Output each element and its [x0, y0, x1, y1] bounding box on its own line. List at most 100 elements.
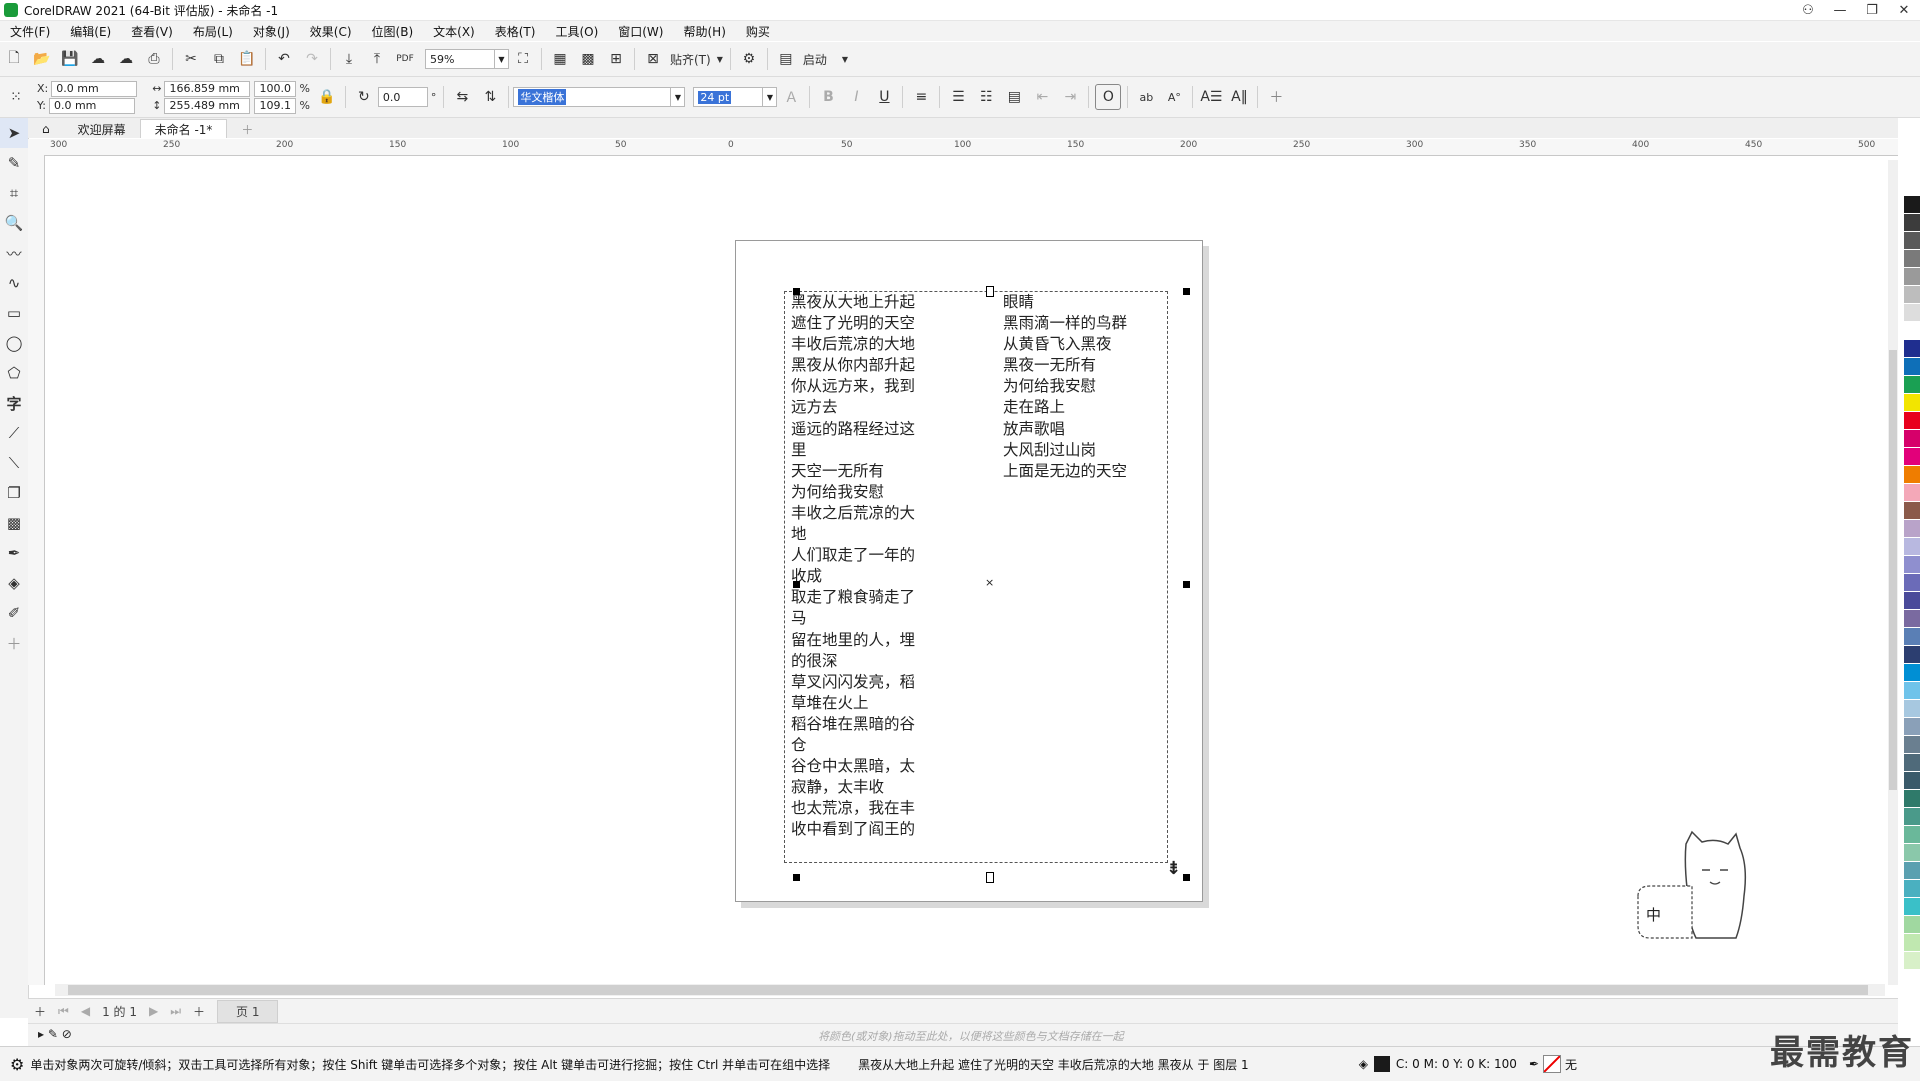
font-size-auto-icon[interactable]: Ａ: [779, 85, 803, 109]
menu-layout[interactable]: 布局(L): [183, 23, 243, 40]
object-origin-icon[interactable]: ⁙: [4, 85, 28, 109]
chevron-down-icon[interactable]: ▼: [763, 87, 778, 107]
redo-icon[interactable]: ↷: [300, 47, 324, 71]
outline-none-swatch[interactable]: [1543, 1055, 1562, 1073]
increase-indent-icon[interactable]: ⇥: [1058, 85, 1082, 109]
eyedropper-icon[interactable]: ✒: [0, 538, 28, 568]
color-swatch[interactable]: [1904, 286, 1920, 304]
cloud-download-icon[interactable]: ☁: [86, 47, 110, 71]
scale-height-field[interactable]: 109.1: [254, 97, 297, 114]
first-page-icon[interactable]: ⏮: [58, 1004, 69, 1019]
selection-handle[interactable]: [1183, 581, 1190, 588]
menu-view[interactable]: 查看(V): [121, 23, 183, 40]
new-document-icon[interactable]: 🗋: [2, 47, 26, 71]
color-swatch[interactable]: [1904, 376, 1920, 394]
add-icon[interactable]: ＋: [1264, 85, 1288, 109]
text-properties-icon[interactable]: A☰: [1199, 85, 1223, 109]
snap-off-icon[interactable]: ⊠: [641, 47, 665, 71]
color-swatch[interactable]: [1904, 646, 1920, 664]
color-swatch[interactable]: [1904, 952, 1920, 970]
add-page-after-icon[interactable]: ＋: [193, 1003, 205, 1020]
undo-icon[interactable]: ↶: [272, 47, 296, 71]
selection-handle[interactable]: [1183, 874, 1190, 881]
column-handle[interactable]: [986, 872, 994, 883]
maximize-button[interactable]: ❐: [1856, 0, 1888, 20]
height-field[interactable]: 255.489 mm: [164, 97, 251, 114]
font-size-field[interactable]: 24 pt: [693, 87, 764, 107]
import-icon[interactable]: ⤓: [337, 47, 361, 71]
copy-icon[interactable]: ⧉: [207, 47, 231, 71]
selection-handle[interactable]: [793, 874, 800, 881]
color-swatch[interactable]: [1904, 934, 1920, 952]
paste-icon[interactable]: 📋: [235, 47, 259, 71]
home-icon[interactable]: ⌂: [28, 120, 64, 138]
color-swatch[interactable]: [1904, 322, 1920, 340]
color-swatch[interactable]: [1904, 772, 1920, 790]
numbered-list-icon[interactable]: ☷: [974, 85, 998, 109]
menu-edit[interactable]: 编辑(E): [60, 23, 121, 40]
chevron-down-icon[interactable]: ▼: [495, 49, 509, 69]
color-swatch[interactable]: [1904, 484, 1920, 502]
color-swatch[interactable]: [1904, 862, 1920, 880]
font-list-field[interactable]: 华文楷体: [513, 87, 672, 107]
interactive-fill-icon[interactable]: ◈: [0, 568, 28, 598]
color-swatch[interactable]: [1904, 718, 1920, 736]
color-swatch[interactable]: [1904, 700, 1920, 718]
menu-effects[interactable]: 效果(C): [300, 23, 362, 40]
menu-file[interactable]: 文件(F): [0, 23, 60, 40]
show-guidelines-icon[interactable]: ⊞: [604, 47, 628, 71]
ellipse-tool-icon[interactable]: ◯: [0, 328, 28, 358]
rotate-icon[interactable]: ↻: [352, 85, 376, 109]
tab-welcome-screen[interactable]: 欢迎屏幕: [64, 120, 140, 138]
color-swatch[interactable]: [1904, 916, 1920, 934]
artistic-media-icon[interactable]: ∿: [0, 268, 28, 298]
options-gear-icon[interactable]: ⚙: [737, 47, 761, 71]
vertical-ruler[interactable]: [28, 155, 45, 985]
text-tool-icon[interactable]: 字: [0, 388, 28, 418]
vertical-text-icon[interactable]: A‖: [1227, 85, 1251, 109]
bold-button[interactable]: B: [816, 85, 840, 109]
color-swatch[interactable]: [1904, 574, 1920, 592]
paragraph-text-frame[interactable]: 黑夜从大地上升起 遮住了光明的天空 丰收后荒凉的大地 黑夜从你内部升起 你从远方来，我到…: [784, 291, 1168, 863]
shape-tool-icon[interactable]: ✎: [0, 148, 28, 178]
export-pdf-icon[interactable]: PDF: [393, 47, 417, 71]
ime-mascot[interactable]: 中: [1636, 826, 1766, 946]
export-icon[interactable]: ⤒: [365, 47, 389, 71]
snap-to-button[interactable]: 贴齐(T): [670, 51, 711, 68]
selection-handle[interactable]: [793, 581, 800, 588]
add-tab-icon[interactable]: ＋: [227, 120, 267, 138]
launch-button[interactable]: 启动: [803, 51, 827, 68]
menu-buy[interactable]: 购买: [736, 23, 780, 40]
color-swatch[interactable]: [1904, 682, 1920, 700]
horizontal-ruler[interactable]: 300 250 200 150 100 50 0 50 100 150 200 250 300 350 40…: [28, 139, 1898, 156]
dimension-tool-icon[interactable]: ⟋: [0, 418, 28, 448]
vertical-scroll-thumb[interactable]: [1889, 350, 1897, 790]
drop-shadow-icon[interactable]: ❐: [0, 478, 28, 508]
color-swatch[interactable]: [1904, 502, 1920, 520]
color-swatch[interactable]: [1904, 448, 1920, 466]
previous-page-icon[interactable]: ◀: [81, 1004, 90, 1018]
color-swatch[interactable]: [1904, 826, 1920, 844]
color-swatch[interactable]: [1904, 358, 1920, 376]
color-swatch[interactable]: [1904, 628, 1920, 646]
color-swatch[interactable]: [1904, 610, 1920, 628]
color-swatch[interactable]: [1904, 664, 1920, 682]
color-swatch[interactable]: [1904, 340, 1920, 358]
document-palette[interactable]: ▸ ✎ ⊘ 将颜色(或对象)拖动至此处，以便将这些颜色与文档存储在一起: [28, 1023, 1898, 1046]
color-swatch[interactable]: [1904, 790, 1920, 808]
color-swatch[interactable]: [1904, 466, 1920, 484]
mirror-horizontal-icon[interactable]: ⇆: [450, 85, 474, 109]
zoom-level-field[interactable]: 59%: [425, 49, 495, 69]
lock-ratio-icon[interactable]: 🔒: [315, 85, 339, 109]
rotation-angle-field[interactable]: 0.0: [377, 87, 428, 107]
application-launcher-icon[interactable]: ▤: [774, 47, 798, 71]
smart-fill-icon[interactable]: ✐: [0, 598, 28, 628]
italic-button[interactable]: I: [844, 85, 868, 109]
crop-tool-icon[interactable]: ⌗: [0, 178, 28, 208]
tab-document[interactable]: 未命名 -1*: [139, 119, 228, 138]
page-tab[interactable]: 页 1: [217, 999, 279, 1023]
print-icon[interactable]: ⎙: [142, 47, 166, 71]
opentype-icon[interactable]: O: [1095, 84, 1122, 110]
outline-pen-icon[interactable]: ✒: [1529, 1057, 1539, 1071]
selection-handle[interactable]: [793, 288, 800, 295]
